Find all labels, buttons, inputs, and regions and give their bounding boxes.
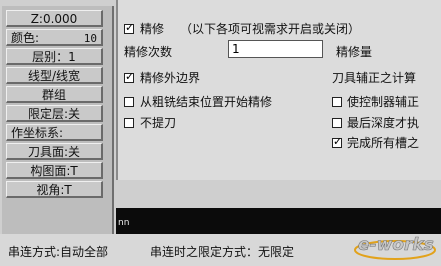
- finish-outer-label: 精修外边界: [140, 71, 201, 85]
- line-style-label: 线型/线宽: [27, 69, 81, 83]
- tool-comp-label: 刀具辅正之计算: [332, 71, 417, 85]
- tool-plane-label: 刀具面:关: [27, 145, 81, 159]
- cam-screen: Z:0.000 颜色: 10 层别：1 线型/线宽 群组 限定层:关 作坐标系:…: [0, 0, 441, 266]
- color-value: 10: [83, 32, 97, 45]
- finish-outer-checkbox[interactable]: [124, 70, 134, 83]
- complete-all-checkbox[interactable]: [332, 135, 342, 148]
- color-label: 颜色:: [11, 31, 40, 45]
- finish-pass-checkbox[interactable]: [124, 21, 134, 34]
- rough-start-label: 从粗铣结束位置开始精修: [140, 95, 273, 109]
- finish-dialog: 精修 （以下各项可视需求开启或关闭） 精修次数 1 精修量 精修外边界 刀具辅正…: [116, 0, 441, 180]
- work-coords-label: 作坐标系:: [11, 126, 64, 140]
- finish-amount-label: 精修量: [336, 45, 373, 59]
- e-works-logo: e-works: [354, 235, 436, 260]
- view-button[interactable]: 视角:T: [6, 181, 103, 198]
- chain-limit-label: 串连时之限定方式：无限定: [150, 245, 295, 259]
- left-menu-panel: Z:0.000 颜色: 10 层别：1 线型/线宽 群组 限定层:关 作坐标系:…: [2, 6, 114, 234]
- complete-all-label: 完成所有槽之: [347, 136, 420, 150]
- last-depth-checkbox[interactable]: [332, 118, 342, 128]
- finish-note: （以下各项可视需求开启或关闭）: [180, 22, 361, 36]
- view-label: 视角:T: [36, 183, 72, 197]
- limit-layer-label: 限定层:关: [27, 107, 81, 121]
- level-label: 层别：1: [32, 50, 76, 64]
- rough-start-checkbox[interactable]: [124, 97, 134, 107]
- construct-plane-label: 构图面:T: [30, 164, 78, 178]
- limit-layer-button[interactable]: 限定层:关: [6, 105, 103, 122]
- work-coords-button[interactable]: 作坐标系:: [6, 124, 103, 141]
- last-depth-label: 最后深度才执: [347, 116, 420, 130]
- construct-plane-button[interactable]: 构图面:T: [6, 162, 103, 179]
- line-style-button[interactable]: 线型/线宽: [6, 67, 103, 84]
- group-button[interactable]: 群组: [6, 86, 103, 103]
- nn-text: nn: [118, 218, 130, 228]
- z-depth-button[interactable]: Z:0.000: [6, 10, 103, 27]
- chain-mode-label: 串连方式:自动全部: [8, 245, 109, 259]
- z-depth-label: Z:0.000: [30, 12, 78, 26]
- finish-count-input[interactable]: 1: [228, 40, 323, 58]
- finish-pass-label: 精修: [140, 22, 165, 36]
- group-label: 群组: [41, 88, 66, 102]
- finish-count-label: 精修次数: [124, 45, 173, 59]
- controller-comp-checkbox[interactable]: [332, 97, 342, 107]
- tool-plane-button[interactable]: 刀具面:关: [6, 143, 103, 160]
- logo-text: e-works: [358, 235, 434, 255]
- level-button[interactable]: 层别：1: [6, 48, 103, 65]
- no-lift-label: 不提刀: [140, 116, 177, 130]
- controller-comp-label: 使控制器辅正: [347, 95, 420, 109]
- no-lift-checkbox[interactable]: [124, 118, 134, 128]
- color-button[interactable]: 颜色: 10: [6, 29, 103, 46]
